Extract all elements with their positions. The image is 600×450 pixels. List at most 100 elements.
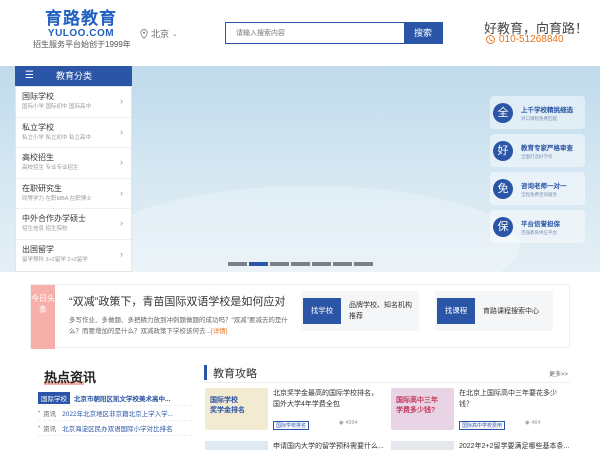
guide-next-item[interactable]: 申请国内大学的留学预科需要什么... (205, 441, 385, 450)
location-pin-icon (140, 28, 148, 39)
feature-title: 教育专家严格审查 (521, 144, 573, 152)
guide-title-bar (204, 365, 207, 380)
phone-icon (486, 35, 495, 44)
category-item-postgrad[interactable]: 在职研究生 同等学力 在职MBA 在职博士 › (16, 179, 131, 209)
guide-card[interactable]: 国际学校 奖学金排名 北京奖学金最高的国际学校排名，国外大学4年学费全包 国际学… (205, 388, 385, 432)
hot-news-item[interactable]: 国际学校 北京市朝阳区凯文学校美术高中... (38, 391, 192, 406)
guide-text: 北京奖学金最高的国际学校排名，国外大学4年学费全包 (273, 390, 378, 408)
guide-more-link[interactable]: 更多>> (549, 369, 568, 378)
category-title: 中外合作办学硕士 (22, 214, 86, 223)
guide-views: ◉ 4994 (339, 420, 358, 426)
headline-title[interactable]: “双减”政策下，青苗国际双语学校是如何应对 (69, 293, 285, 309)
hot-news-item[interactable]: • 资讯 2022年北京地区非京籍北京上学入学... (38, 406, 192, 421)
find-course-card[interactable]: 找课程 育路课程搜索中心 (435, 291, 553, 331)
find-course-text: 育路课程搜索中心 (483, 307, 539, 315)
eye-icon: ◉ (339, 420, 344, 426)
divider (204, 382, 570, 383)
feature-sub: 百强教育供应平台 (521, 229, 557, 235)
today-headline: 今日头条 “双减”政策下，青苗国际双语学校是如何应对 多写作业、多做题、多把精力… (30, 284, 570, 349)
find-school-badge: 找学校 (303, 298, 341, 324)
category-item-college[interactable]: 高校招生 高校招生 专业专业招生 › (16, 148, 131, 179)
category-title: 出国留学 (22, 244, 54, 254)
guide-view-count: 464 (531, 420, 541, 426)
guide-next-title: 2022年2+2留学要满足哪些基本条... (459, 443, 570, 450)
find-school-card[interactable]: 找学校 品牌学校、知名机构推荐 (301, 291, 419, 331)
category-menu-title: 教育分类 (55, 71, 92, 81)
carousel-dot-active[interactable] (249, 262, 268, 266)
hot-news-title: 热点资讯 (44, 370, 97, 385)
category-sub: 同等学力 在职MBA 在职博士 (22, 195, 92, 202)
carousel-dots (228, 262, 373, 266)
feature-item[interactable]: 免 咨询老师一对一 全程免费咨询服务 (490, 172, 585, 205)
guide-next-item[interactable]: 2022年2+2留学要满足哪些基本条... (391, 441, 571, 450)
feature-badge-icon: 免 (493, 178, 513, 199)
category-item-joint-master[interactable]: 中外合作办学硕士 招生信息 招生院校 › (16, 209, 131, 240)
hot-news-kind: 资讯 (43, 426, 57, 433)
hot-news-kind: 资讯 (43, 411, 57, 418)
search-button[interactable]: 搜索 (404, 23, 442, 43)
chevron-right-icon: › (120, 96, 123, 106)
category-menu: 国际学校 国际小学 国际初中 国际高中 › 私立学校 私立小学 私立初中 私立高… (15, 86, 132, 272)
hotline: 010-51268840 (486, 34, 564, 45)
carousel-dot[interactable] (333, 262, 352, 266)
site-logo[interactable]: 育路教育 YULOO.COM (32, 10, 130, 40)
feature-item[interactable]: 好 教育专家严格审查 全面打造好学校 (490, 134, 585, 167)
feature-title: 咨询老师一对一 (521, 182, 567, 190)
eye-icon: ◉ (525, 420, 530, 426)
guide-card[interactable]: 国际高中三年 学费多少钱? 在北京上国际高中三年要花多少钱？ 国际高中学校费用 … (391, 388, 571, 432)
hot-news-text: 北京海淀区民办双语国际小学对比排名 (62, 426, 173, 433)
headline-detail-link[interactable]: [详情] (211, 328, 228, 335)
carousel-dot[interactable] (354, 262, 373, 266)
guide-thumbnail (205, 441, 268, 450)
service-features: 全 上千学校精挑细选 对口课程免费匹配 好 教育专家严格审查 全面打造好学校 免… (490, 96, 585, 248)
phone-number: 010-51268840 (499, 34, 564, 45)
search-bar: 搜索 (225, 22, 443, 44)
city-name: 北京 (151, 29, 170, 39)
guide-tag[interactable]: 国际高中学校费用 (459, 421, 506, 430)
hot-news-tag: 国际学校 (38, 392, 70, 404)
feature-item[interactable]: 全 上千学校精挑细选 对口课程免费匹配 (490, 96, 585, 129)
guide-tag[interactable]: 国际学校排名 (273, 421, 310, 430)
chevron-right-icon: › (120, 248, 123, 259)
headline-desc-prefix: 多写 (69, 317, 82, 324)
chevron-right-icon: › (120, 187, 123, 198)
guide-views: ◉ 464 (525, 420, 541, 426)
site-header: 育路教育 YULOO.COM 招生服务平台始创于1999年 北京 ⌄ 搜索 好教… (0, 0, 600, 66)
city-selector[interactable]: 北京 ⌄ (140, 27, 178, 40)
category-sub: 私立小学 私立初中 私立高中 (22, 134, 92, 141)
search-input[interactable] (226, 23, 404, 43)
carousel-dot[interactable] (270, 262, 289, 266)
category-menu-header: ☰ 教育分类 (15, 66, 132, 86)
hot-news-item[interactable]: • 资讯 北京海淀区民办双语国际小学对比排名 (38, 421, 192, 436)
feature-item[interactable]: 保 平台信誉担保 百强教育供应平台 (490, 210, 585, 243)
logo-english: YULOO.COM (47, 28, 115, 39)
feature-sub: 全程免费咨询服务 (521, 191, 557, 197)
category-item-international[interactable]: 国际学校 国际小学 国际初中 国际高中 › (16, 87, 131, 118)
category-title: 国际学校 (22, 92, 54, 101)
category-item-study-abroad[interactable]: 出国留学 留学预科 3+2留学 2+2留学 › (16, 240, 131, 271)
carousel-dot[interactable] (228, 262, 247, 266)
category-title: 在职研究生 (22, 183, 62, 193)
headline-desc-wrap: 多写作业、多做题、多把精力放到冲刺题做题的成功吗？“双减”要减去的是什么？而要增… (69, 315, 299, 337)
feature-title: 上千学校精挑细选 (521, 106, 573, 114)
headline-desc: 作业、多做题、多把精力放到冲刺题做题的成功吗？“双减”要减去的是什么？而要增加的… (69, 317, 288, 335)
guide-text: 在北京上国际高中三年要花多少钱？ (459, 390, 557, 408)
feature-title: 平台信誉担保 (521, 220, 560, 228)
feature-badge-icon: 好 (493, 140, 513, 161)
category-sub: 招生信息 招生院校 (22, 226, 68, 232)
hero-decoration (100, 186, 520, 272)
hero-banner[interactable]: ☰ 教育分类 国际学校 国际小学 国际初中 国际高中 › 私立学校 私立小学 私… (0, 66, 600, 272)
feature-sub: 对口课程免费匹配 (521, 115, 557, 121)
category-sub: 国际小学 国际初中 国际高中 (22, 104, 92, 110)
guide-thumbnail (391, 441, 454, 450)
carousel-dot[interactable] (291, 262, 310, 266)
feature-text: 咨询老师一对一 全程免费咨询服务 (521, 180, 567, 198)
logo-slogan: 招生服务平台始创于1999年 (33, 40, 131, 49)
feature-sub: 全面打造好学校 (521, 153, 553, 159)
category-title: 私立学校 (22, 122, 54, 132)
category-sub: 高校招生 专业专业招生 (22, 165, 79, 171)
feature-badge-icon: 全 (493, 102, 513, 123)
category-item-private[interactable]: 私立学校 私立小学 私立初中 私立高中 › (16, 118, 131, 148)
bullet-icon: • (38, 425, 41, 431)
carousel-dot[interactable] (312, 262, 331, 266)
